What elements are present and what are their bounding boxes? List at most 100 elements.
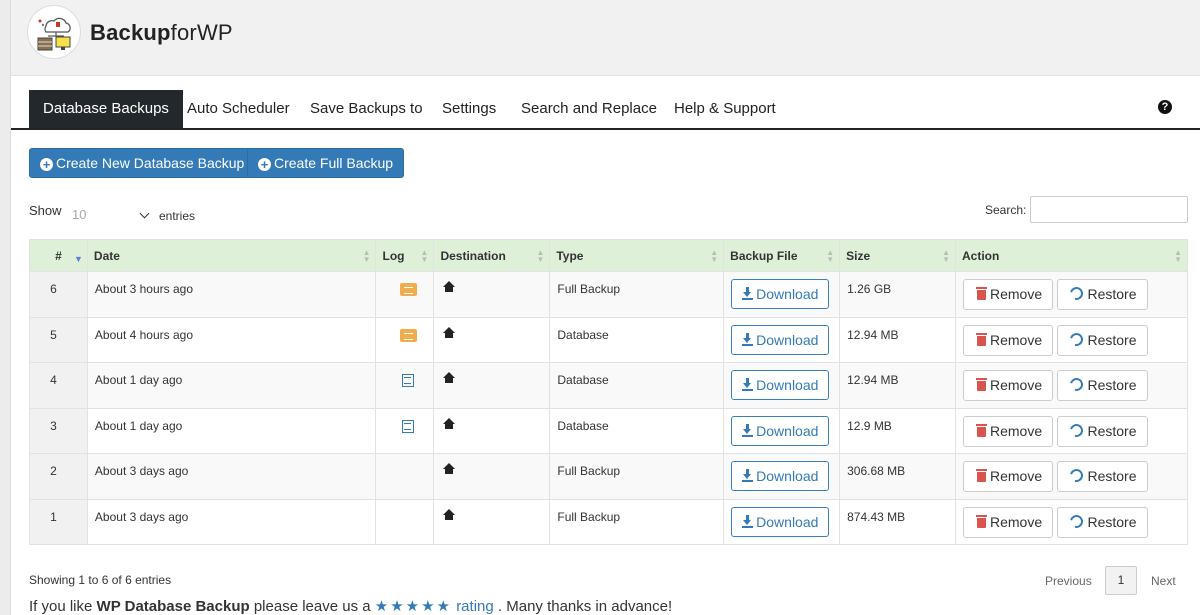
download-button[interactable]: Download [731,324,830,355]
row-size: 874.43 MB [839,498,956,545]
log-file-icon[interactable] [399,283,417,296]
row-destination [433,498,551,545]
home-icon [443,508,456,521]
restore-button[interactable]: Restore [1057,461,1148,492]
home-icon [443,281,456,293]
tab-auto-scheduler[interactable]: Auto Scheduler [173,90,304,128]
sort-icon: ▲ ▼ [362,248,371,264]
download-icon [742,469,754,482]
plus-circle-icon: + [258,158,271,171]
column-header-number[interactable]: # ▼ [29,239,88,272]
row-type: Full Backup [549,453,725,500]
row-actions: Remove Restore [955,498,1188,545]
row-type: Full Backup [549,498,725,545]
download-button[interactable]: Download [731,279,830,309]
refresh-icon [1068,375,1086,394]
row-date: About 3 days ago [86,498,377,545]
table-row: 6 About 3 hours ago Full Backup Download 1.2… [29,271,1188,318]
tab-search-and-replace[interactable]: Search and Replace [507,90,671,128]
row-log [375,407,435,454]
log-list-icon[interactable] [402,374,415,387]
create-full-backup-button[interactable]: + Create Full Backup [247,148,405,178]
left-admin-strip [0,0,11,615]
remove-button[interactable]: Remove [963,324,1054,356]
column-header-log[interactable]: Log ▲ ▼ [375,239,435,272]
download-button[interactable]: Download [731,461,830,491]
show-label: Show [29,203,62,218]
pagination-previous[interactable]: Previous [1045,574,1092,588]
sort-icon: ▲ ▼ [536,248,545,264]
row-backup-file: Download [723,453,841,500]
sort-icon: ▲ ▼ [710,248,719,264]
row-number: 2 [29,453,88,500]
tab-help-support[interactable]: Help & Support [660,90,790,128]
home-icon [443,372,456,384]
star-rating-icon[interactable]: ★★★★★ [375,598,452,615]
row-number: 6 [29,271,88,318]
remove-button[interactable]: Remove [963,461,1054,492]
brand-title: BackupforWP [90,20,233,45]
row-destination [433,362,551,409]
main-tabs: Database Backups Auto Scheduler Save Bac… [11,90,1200,130]
download-button[interactable]: Download [731,370,830,400]
sort-icon: ▲ ▼ [826,248,835,264]
column-header-action[interactable]: Action ▲ ▼ [955,239,1188,272]
remove-button[interactable]: Remove [963,279,1054,310]
restore-button[interactable]: Restore [1057,279,1148,310]
row-size: 306.68 MB [839,453,956,500]
rating-link[interactable]: rating [456,598,494,615]
restore-button[interactable]: Restore [1057,415,1148,447]
question-circle-icon[interactable]: ? [1158,100,1172,114]
table-row: 3 About 1 day ago Database Download 12.9 MB R… [29,407,1188,454]
row-backup-file: Download [723,407,841,454]
cloud-server-icon [37,17,71,51]
column-header-destination[interactable]: Destination ▲ ▼ [433,239,551,272]
refresh-icon [1068,284,1086,303]
row-actions: Remove Restore [955,271,1188,318]
download-icon [742,332,754,346]
row-log [375,316,435,363]
row-date: About 1 day ago [86,362,377,409]
trash-icon [976,287,987,300]
tab-save-backups-to[interactable]: Save Backups to [296,90,437,128]
row-log [375,498,435,545]
row-type: Database [549,362,725,409]
row-size: 12.94 MB [839,362,956,409]
create-database-backup-button[interactable]: + Create New Database Backup [29,148,256,178]
row-type: Database [549,316,725,363]
restore-button[interactable]: Restore [1057,324,1148,356]
column-header-date[interactable]: Date ▲ ▼ [86,239,377,272]
log-file-icon[interactable] [399,328,417,342]
remove-button[interactable]: Remove [963,370,1054,401]
log-list-icon[interactable] [402,419,415,433]
trash-icon [976,378,987,391]
product-name: WP Database Backup [96,598,250,615]
entries-per-page-select[interactable]: 10 [62,202,154,228]
pagination-next[interactable]: Next [1151,574,1176,588]
row-number: 4 [29,362,88,409]
home-icon [443,417,456,430]
row-destination [433,271,551,318]
column-header-backup-file[interactable]: Backup File ▲ ▼ [723,239,841,272]
row-destination [433,453,551,500]
tab-database-backups[interactable]: Database Backups [29,90,183,128]
remove-button[interactable]: Remove [963,506,1054,538]
restore-button[interactable]: Restore [1057,370,1148,401]
row-destination [433,316,551,363]
search-input[interactable] [1030,196,1188,223]
download-icon [742,514,754,528]
remove-button[interactable]: Remove [963,415,1054,447]
column-header-size[interactable]: Size ▲ ▼ [839,239,956,272]
tab-settings[interactable]: Settings [428,90,510,128]
pagination-page-1[interactable]: 1 [1105,566,1137,595]
download-button[interactable]: Download [731,415,830,446]
row-backup-file: Download [723,362,841,409]
restore-button[interactable]: Restore [1057,506,1148,538]
download-button[interactable]: Download [731,506,830,537]
row-date: About 1 day ago [86,407,377,454]
row-number: 5 [29,316,88,363]
backups-table: # ▼ Date ▲ ▼ Log ▲ ▼ Destination ▲ ▼ Type ▲ ▼ Bac… [29,239,1188,545]
refresh-icon [1068,421,1086,439]
row-number: 1 [29,498,88,545]
column-header-type[interactable]: Type ▲ ▼ [549,239,725,272]
